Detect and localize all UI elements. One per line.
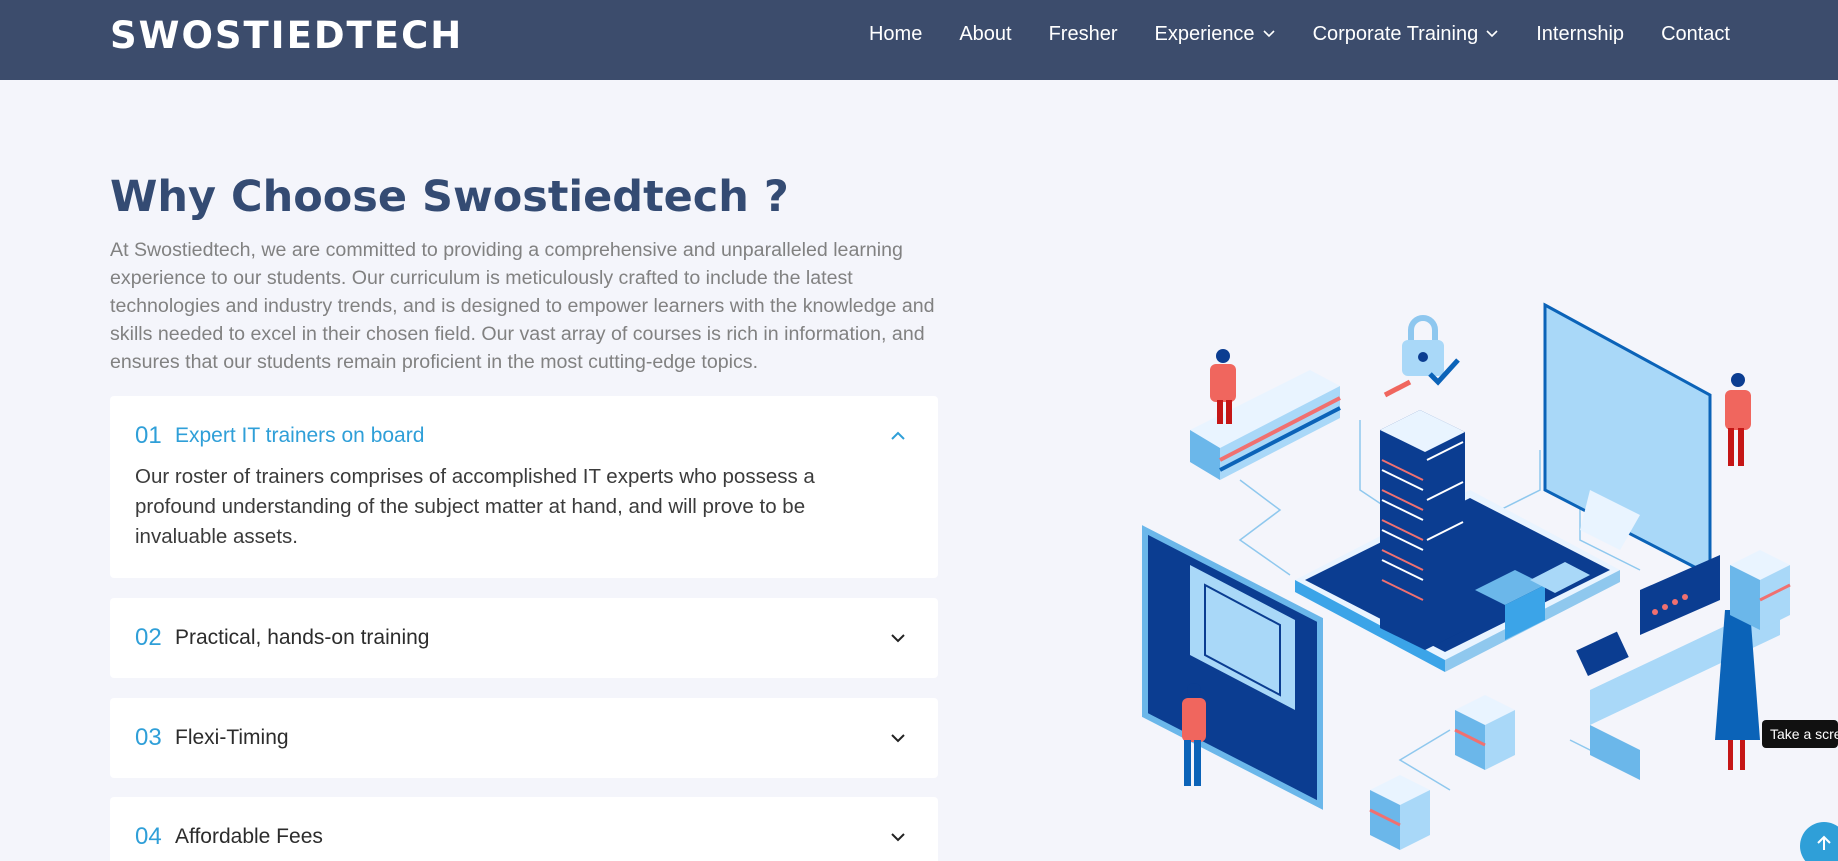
accordion-number: 02 <box>135 624 162 651</box>
accordion-number: 01 <box>135 422 162 449</box>
nav-internship-label: Internship <box>1536 22 1625 45</box>
brand-logo[interactable]: SWOSTIEDTECH <box>110 14 463 57</box>
screenshot-tooltip[interactable]: Take a scre <box>1762 720 1838 748</box>
section-title: Why Choose Swostiedtech ? <box>110 172 789 222</box>
nav-about-label: About <box>959 22 1012 45</box>
accordion-header-2[interactable]: 02 Practical, hands-on training <box>135 598 908 678</box>
nav-fresher-label: Fresher <box>1048 22 1118 45</box>
nav-experience-label: Experience <box>1154 22 1255 45</box>
accordion-body: Our roster of trainers comprises of acco… <box>135 465 815 548</box>
chevron-down-icon <box>1262 30 1275 38</box>
chevron-down-icon <box>1486 30 1498 38</box>
accordion-header-3[interactable]: 03 Flexi-Timing <box>135 698 908 778</box>
nav-home-label: Home <box>868 22 923 45</box>
nav-home[interactable]: Home <box>869 23 922 46</box>
nav-internship[interactable]: Internship <box>1536 23 1624 46</box>
accordion-header-4[interactable]: 04 Affordable Fees <box>135 797 908 861</box>
accordion-item-1: 01 Expert IT trainers on board Our roste… <box>110 396 938 578</box>
isometric-city-illustration <box>1142 302 1791 850</box>
accordion-item-3: 03 Flexi-Timing <box>110 698 938 778</box>
accordion-title: Practical, hands-on training <box>175 626 430 649</box>
chevron-down-icon[interactable] <box>888 827 908 847</box>
accordion-item-2: 02 Practical, hands-on training <box>110 598 938 678</box>
scroll-to-top-button[interactable] <box>1800 822 1838 861</box>
accordion-number: 04 <box>135 823 162 850</box>
accordion-item-4: 04 Affordable Fees <box>110 797 938 861</box>
nav-corporate-training-label: Corporate Training <box>1312 22 1479 45</box>
nav-contact[interactable]: Contact <box>1661 23 1730 46</box>
nav-fresher[interactable]: Fresher <box>1049 23 1118 46</box>
chevron-down-icon[interactable] <box>888 728 908 748</box>
accordion-title: Affordable Fees <box>175 825 323 848</box>
nav-corporate-training[interactable]: Corporate Training <box>1313 23 1500 46</box>
navbar: SWOSTIEDTECH Home About Fresher Experien… <box>0 0 1838 80</box>
section-intro: At Swostiedtech, we are committed to pro… <box>110 239 935 373</box>
accordion-title: Expert IT trainers on board <box>175 424 425 447</box>
nav-contact-label: Contact <box>1661 22 1730 45</box>
chevron-up-icon[interactable] <box>888 426 908 446</box>
accordion-number: 03 <box>135 724 162 751</box>
chevron-down-icon[interactable] <box>888 628 908 648</box>
nav-experience[interactable]: Experience <box>1155 23 1276 46</box>
nav-about[interactable]: About <box>959 23 1011 46</box>
arrow-up-icon <box>1817 835 1831 850</box>
accordion-title: Flexi-Timing <box>175 726 289 749</box>
nav-links: Home About Fresher Experience Corporate … <box>832 0 1730 68</box>
